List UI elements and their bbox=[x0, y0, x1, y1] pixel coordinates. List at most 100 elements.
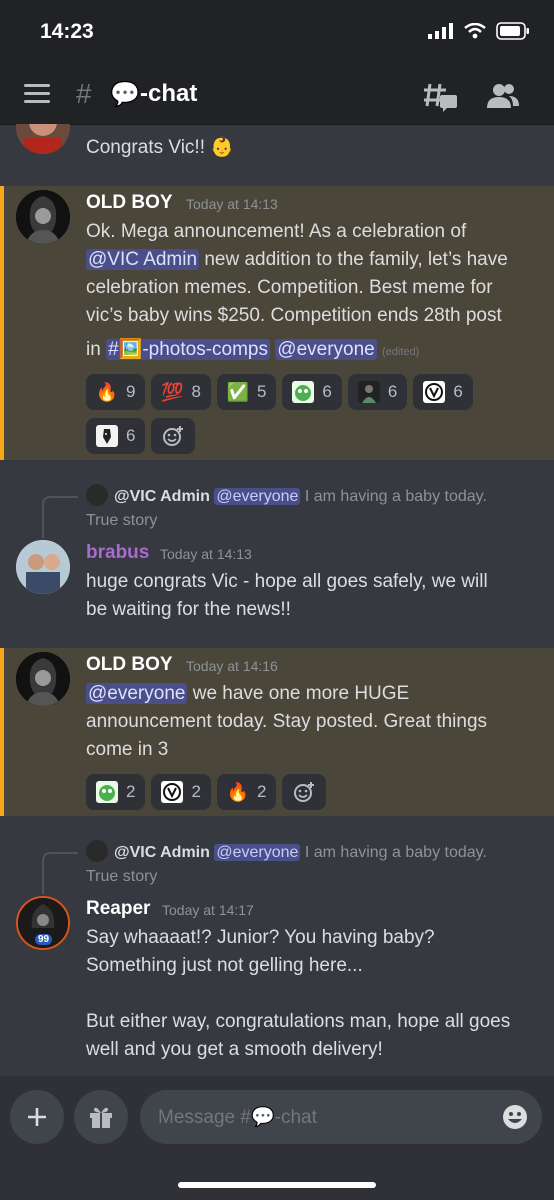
signal-icon bbox=[428, 23, 453, 39]
battery-icon bbox=[496, 22, 529, 40]
avatar-badge: 99 bbox=[35, 934, 53, 945]
message-reply: @VIC Admin @everyone I am having a baby … bbox=[0, 474, 554, 634]
reply-connector bbox=[42, 496, 78, 538]
message-text: Congrats Vic!! 👶 bbox=[86, 137, 234, 158]
add-reaction-button[interactable] bbox=[151, 418, 196, 454]
reply-preview[interactable]: @VIC Admin @everyone I am having a baby … bbox=[86, 840, 536, 889]
reaction-count: 6 bbox=[453, 382, 463, 401]
message-line: Say whaaaat!? Junior? You having baby? bbox=[86, 927, 435, 948]
reaction-count: 9 bbox=[126, 382, 136, 401]
v-logo-icon bbox=[423, 381, 446, 403]
avatar[interactable]: 99 bbox=[16, 896, 70, 950]
reactions: 🔥 9 💯 8 ✅ 5 6 6 6 6 bbox=[86, 374, 526, 454]
avatar[interactable] bbox=[16, 652, 70, 706]
reaction-pepe[interactable]: 2 bbox=[86, 774, 146, 810]
edited-label: (edited) bbox=[382, 346, 420, 358]
reaction-100[interactable]: 💯 8 bbox=[151, 374, 211, 410]
fire-emoji: 🔥 bbox=[95, 381, 119, 402]
reaction-fire[interactable]: 🔥 2 bbox=[216, 774, 277, 810]
add-reaction-icon bbox=[294, 782, 315, 802]
everyone-mention[interactable]: @everyone bbox=[86, 683, 188, 704]
message-text: @everyone we have one more HUGE announce… bbox=[86, 680, 536, 764]
username[interactable]: brabus bbox=[86, 542, 149, 564]
reaction-v-logo[interactable]: 2 bbox=[151, 774, 211, 810]
reaction-check[interactable]: ✅ 5 bbox=[216, 374, 277, 410]
channel-mention[interactable]: #🖼️-photos-comps bbox=[106, 339, 270, 360]
dark-figure-icon bbox=[357, 381, 380, 403]
message-feed[interactable]: Congrats Vic!! 👶 OLD BOY Today at 14:13 … bbox=[0, 124, 554, 1076]
hundred-emoji: 💯 bbox=[161, 381, 184, 402]
message-line-text: new addition to the family, let’s have bbox=[199, 249, 508, 270]
message: Congrats Vic!! 👶 bbox=[0, 124, 554, 186]
username[interactable]: Reaper bbox=[86, 898, 150, 920]
channel-mention-name: -photos-comps bbox=[142, 339, 268, 360]
channel-hash-icon: # bbox=[76, 78, 92, 109]
user-mention[interactable]: @VIC Admin bbox=[86, 249, 200, 270]
add-reaction-button[interactable] bbox=[282, 774, 327, 810]
channel-mention-hash: # bbox=[108, 339, 119, 360]
reaction-count: 2 bbox=[256, 782, 267, 801]
reply-avatar bbox=[86, 484, 108, 506]
reaction-v-logo[interactable]: 6 bbox=[413, 374, 473, 410]
avatar[interactable] bbox=[16, 124, 70, 154]
reaction-count: 2 bbox=[191, 782, 201, 801]
message-highlighted: OLD BOY Today at 14:16 @everyone we have… bbox=[0, 648, 554, 816]
members-icon[interactable] bbox=[486, 82, 520, 110]
check-emoji: ✅ bbox=[226, 381, 250, 402]
message-input[interactable]: Message #💬-chat bbox=[140, 1090, 542, 1144]
channel-name: -chat bbox=[140, 80, 198, 107]
reaction-count: 8 bbox=[191, 382, 201, 401]
pepe-icon bbox=[96, 781, 118, 803]
message-line: celebration memes. Competition. Best mem… bbox=[86, 277, 493, 298]
status-bar: 14:23 bbox=[0, 0, 554, 64]
plus-icon bbox=[28, 1108, 46, 1126]
message-line: huge congrats Vic - hope all goes safely… bbox=[86, 571, 488, 592]
gift-icon bbox=[90, 1107, 112, 1128]
add-attachment-button[interactable] bbox=[10, 1090, 64, 1144]
message-line: be waiting for the news!! bbox=[86, 599, 291, 620]
message-line: Ok. Mega announcement! As a celebration … bbox=[86, 221, 467, 242]
message-line: well and you get a smooth delivery! bbox=[86, 1039, 383, 1060]
message-line: in #🖼️-photos-comps @everyone (edited) bbox=[86, 336, 536, 366]
emoji-picker-icon[interactable] bbox=[502, 1104, 528, 1130]
username[interactable]: OLD BOY bbox=[86, 192, 173, 214]
reply-connector bbox=[42, 852, 78, 894]
reply-mention: @everyone bbox=[214, 488, 301, 505]
reaction-count: 6 bbox=[322, 382, 332, 401]
reply-author: @VIC Admin bbox=[114, 488, 210, 505]
message-line: vic’s baby wins $250. Competition ends 2… bbox=[86, 305, 502, 326]
channel-header: # 💬 -chat bbox=[0, 64, 554, 125]
reaction-count: 2 bbox=[126, 782, 136, 801]
username[interactable]: OLD BOY bbox=[86, 654, 173, 676]
reaction-dark-figure[interactable]: 6 bbox=[347, 374, 408, 410]
pepe-icon bbox=[292, 381, 315, 403]
everyone-mention[interactable]: @everyone bbox=[275, 339, 377, 360]
threads-icon[interactable] bbox=[424, 80, 458, 112]
avatar[interactable] bbox=[16, 190, 70, 244]
reply-author: @VIC Admin bbox=[114, 844, 210, 861]
reaction-dog[interactable]: 6 bbox=[86, 418, 146, 454]
v-logo-icon bbox=[161, 781, 184, 803]
avatar[interactable] bbox=[16, 540, 70, 594]
message-reply: @VIC Admin @everyone I am having a baby … bbox=[0, 830, 554, 1076]
status-icons bbox=[428, 22, 530, 40]
reply-text-line2: True story bbox=[86, 868, 158, 885]
reaction-fire[interactable]: 🔥 9 bbox=[86, 374, 146, 410]
message-line: @everyone we have one more HUGE bbox=[86, 680, 536, 708]
reaction-pepe[interactable]: 6 bbox=[282, 374, 342, 410]
reaction-count: 6 bbox=[126, 426, 136, 445]
gift-button[interactable] bbox=[74, 1090, 128, 1144]
timestamp: Today at 14:16 bbox=[186, 658, 278, 674]
channel-mention-emoji: 🖼️ bbox=[118, 339, 143, 360]
reaction-count: 5 bbox=[256, 382, 267, 401]
message-line-text: in bbox=[86, 339, 107, 360]
hamburger-menu-icon[interactable] bbox=[24, 84, 50, 104]
reply-preview[interactable]: @VIC Admin @everyone I am having a baby … bbox=[86, 484, 536, 533]
reply-text: I am having a baby today. bbox=[300, 844, 487, 861]
add-reaction-icon bbox=[163, 426, 184, 446]
message-line: Something just not gelling here... bbox=[86, 955, 363, 976]
message-text: huge congrats Vic - hope all goes safely… bbox=[86, 568, 536, 624]
placeholder-channel: -chat bbox=[274, 1107, 317, 1128]
timestamp: Today at 14:17 bbox=[162, 902, 254, 918]
